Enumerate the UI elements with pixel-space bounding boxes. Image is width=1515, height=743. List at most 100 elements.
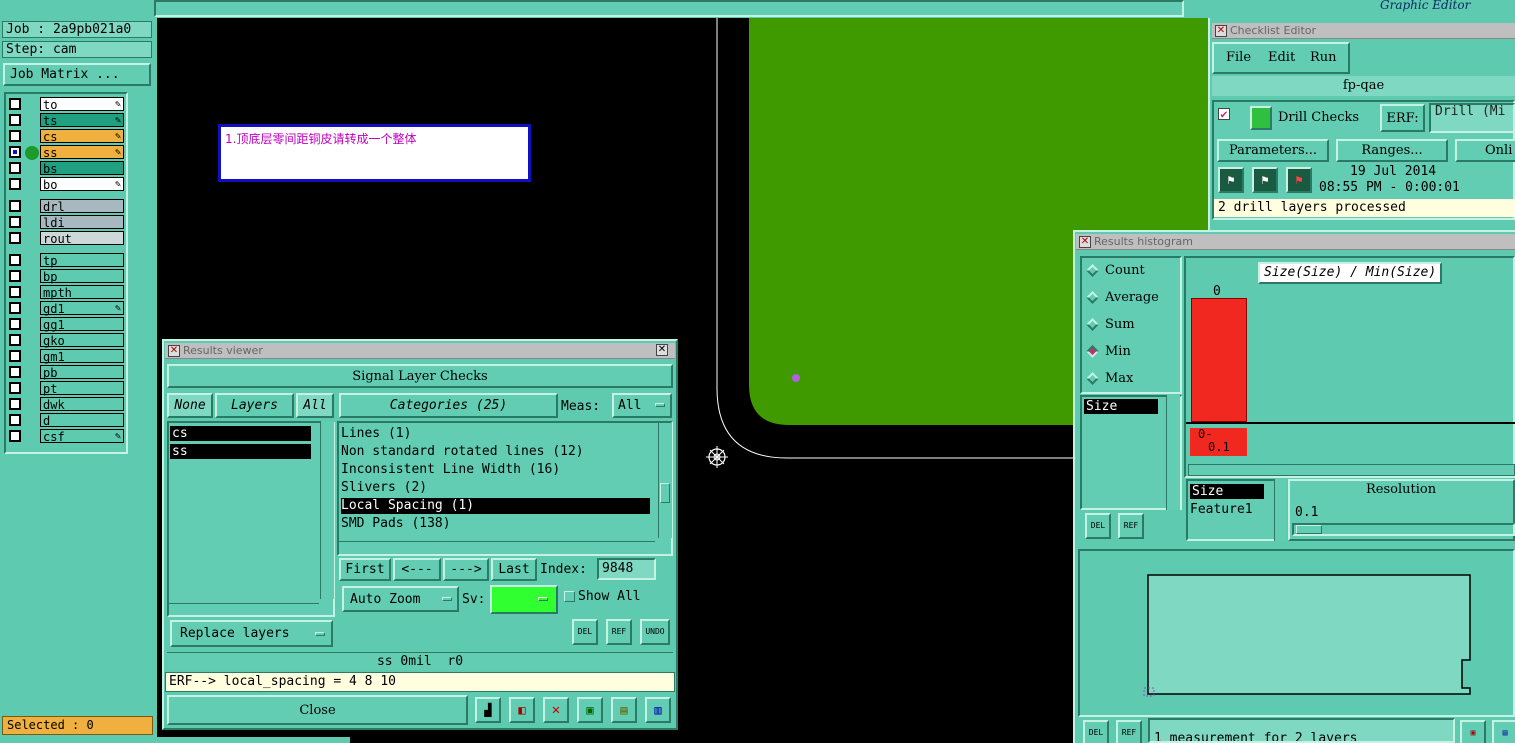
layer-checkbox[interactable] — [9, 114, 21, 126]
layer-checkbox[interactable] — [9, 270, 21, 282]
layer-name[interactable]: mpth — [40, 285, 124, 300]
signal-layer-checks-header[interactable]: Signal Layer Checks — [167, 364, 673, 388]
radio-icon[interactable] — [1086, 264, 1099, 277]
resolution-slider-thumb[interactable] — [1296, 525, 1322, 534]
layer-name[interactable]: csf ✎ — [40, 429, 124, 444]
layer-row[interactable]: pb — [6, 365, 124, 380]
layer-name[interactable]: ss ✎ — [40, 145, 124, 160]
layer-checkbox[interactable] — [9, 382, 21, 394]
layer-row[interactable]: rout — [6, 231, 124, 246]
erf-field[interactable]: Drill (Mi — [1429, 103, 1515, 133]
layer-name[interactable]: bs — [40, 161, 124, 176]
layer-name[interactable]: bo ✎ — [40, 177, 124, 192]
show-all-checkbox[interactable] — [564, 591, 575, 602]
radio-icon[interactable] — [1086, 345, 1099, 358]
layer-row[interactable]: csf ✎ — [6, 429, 124, 444]
layer-name[interactable]: pt — [40, 381, 124, 396]
stop-icon[interactable]: ⚑ — [1286, 167, 1312, 193]
viewer-layer-item[interactable]: ss — [170, 444, 311, 459]
layer-name[interactable]: drl — [40, 199, 124, 214]
measure-scrollbar[interactable] — [1166, 395, 1180, 510]
ranges-button[interactable]: Ranges... — [1336, 139, 1448, 162]
category-item[interactable]: SMD Pads (138) — [341, 516, 650, 532]
window-close-icon[interactable]: ✕ — [1079, 235, 1091, 248]
del-button[interactable]: DEL — [572, 619, 598, 645]
online-button[interactable]: Onli — [1455, 139, 1515, 162]
layer-name[interactable]: gg1 — [40, 317, 124, 332]
attribute-item-feature[interactable]: Feature1 — [1190, 502, 1253, 517]
layer-checkbox[interactable] — [9, 318, 21, 330]
layer-row[interactable]: to ✎ — [6, 97, 124, 112]
layer-checkbox[interactable] — [9, 350, 21, 362]
close-button[interactable]: Close — [167, 695, 468, 725]
run-layer-icon[interactable]: ⚑ — [1252, 167, 1278, 193]
report-icon[interactable]: ▣ — [577, 697, 603, 723]
hist-ref-button[interactable]: REF — [1118, 513, 1144, 539]
layer-name[interactable]: gm1 — [40, 349, 124, 364]
layer-checkbox[interactable] — [9, 334, 21, 346]
layer-row[interactable]: dwk — [6, 397, 124, 412]
menu-edit[interactable]: Edit — [1268, 50, 1295, 65]
layer-checkbox[interactable] — [9, 286, 21, 298]
layer-row[interactable]: bo ✎ — [6, 177, 124, 192]
run-icon[interactable]: ⚑ — [1218, 167, 1244, 193]
layer-name[interactable]: ldi — [40, 215, 124, 230]
layer-checkbox[interactable] — [9, 398, 21, 410]
index-input[interactable]: 9848 — [597, 558, 656, 580]
graph-icon[interactable]: ▤ — [1492, 720, 1515, 743]
preview-del-button[interactable]: DEL — [1083, 720, 1109, 743]
sv-color-dropdown[interactable] — [490, 585, 558, 614]
notes-icon[interactable]: ▤ — [611, 697, 637, 723]
layer-checkbox[interactable] — [9, 200, 21, 212]
layer-row[interactable]: mpth — [6, 285, 124, 300]
category-item[interactable]: Local Spacing (1) — [341, 498, 650, 514]
layer-checkbox[interactable] — [9, 232, 21, 244]
layer-checkbox[interactable] — [9, 178, 21, 190]
layer-row[interactable]: pt — [6, 381, 124, 396]
layer-row[interactable]: gko — [6, 333, 124, 348]
top-input[interactable] — [154, 0, 1184, 17]
measure-list-item[interactable]: Size — [1084, 399, 1158, 414]
preview-ref-button[interactable]: REF — [1116, 720, 1142, 743]
function-option-count[interactable]: Count — [1086, 263, 1145, 278]
auto-zoom-dropdown[interactable]: Auto Zoom — [342, 586, 459, 612]
clear-ref-icon[interactable]: ✕ — [543, 697, 569, 723]
layer-name[interactable]: gd1 ✎ — [40, 301, 124, 316]
menu-run[interactable]: Run — [1310, 50, 1337, 65]
category-vscroll[interactable] — [658, 423, 672, 538]
layer-name[interactable]: rout — [40, 231, 124, 246]
category-item[interactable]: Non standard rotated lines (12) — [341, 444, 650, 460]
layer-row[interactable]: d — [6, 413, 124, 428]
erf-button[interactable]: ERF: — [1380, 104, 1425, 132]
layer-checkbox[interactable] — [9, 216, 21, 228]
layer-checkbox[interactable] — [9, 162, 21, 174]
layer-name[interactable]: pb — [40, 365, 124, 380]
layer-row[interactable]: tp — [6, 253, 124, 268]
window-close-icon[interactable]: ✕ — [1215, 24, 1227, 37]
layer-row[interactable]: ts ✎ — [6, 113, 124, 128]
parameters-button[interactable]: Parameters... — [1217, 139, 1329, 162]
export-icon[interactable]: ◧ — [509, 697, 535, 723]
layer-checkbox[interactable] — [9, 430, 21, 442]
layer-list-vscroll[interactable] — [320, 421, 334, 599]
layer-row[interactable]: drl — [6, 199, 124, 214]
layer-checkbox[interactable] — [9, 254, 21, 266]
layer-checkbox[interactable] — [9, 146, 21, 158]
layer-list-hscroll[interactable] — [169, 603, 319, 615]
layer-row[interactable]: gd1 ✎ — [6, 301, 124, 316]
hist-del-button[interactable]: DEL — [1085, 513, 1111, 539]
meas-dropdown[interactable]: All — [612, 393, 672, 418]
category-item[interactable]: Lines (1) — [341, 426, 650, 442]
layer-name[interactable]: cs ✎ — [40, 129, 124, 144]
layer-checkbox[interactable] — [9, 414, 21, 426]
layer-row[interactable]: ldi — [6, 215, 124, 230]
layer-name[interactable]: dwk — [40, 397, 124, 412]
none-button[interactable]: None — [167, 393, 213, 418]
layers-button[interactable]: Layers — [215, 393, 294, 418]
resolution-slider[interactable] — [1292, 523, 1515, 536]
window-close-icon[interactable]: ✕ — [168, 344, 180, 357]
attribute-item-size[interactable]: Size — [1190, 484, 1264, 499]
all-layers-button[interactable]: All — [296, 393, 334, 418]
replace-layers-dropdown[interactable]: Replace layers — [170, 620, 333, 647]
layer-name[interactable]: bp — [40, 269, 124, 284]
